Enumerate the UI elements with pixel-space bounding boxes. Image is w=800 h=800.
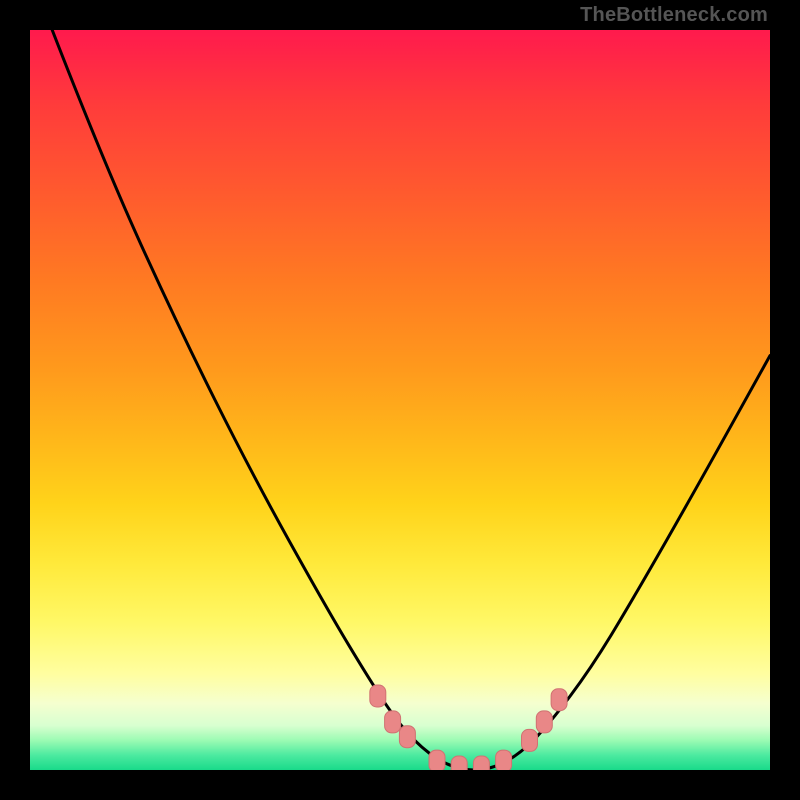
plot-area [30,30,770,770]
watermark-label: TheBottleneck.com [580,4,768,27]
curve-marker [451,756,467,770]
curve-markers [370,685,567,770]
bottleneck-curve [52,30,770,770]
curve-marker [536,711,552,733]
curve-marker [429,750,445,770]
curve-marker [473,756,489,770]
chart-frame: TheBottleneck.com [0,0,800,800]
bottleneck-curve-svg [30,30,770,770]
curve-marker [522,729,538,751]
curve-marker [385,711,401,733]
curve-marker [551,689,567,711]
curve-marker [370,685,386,707]
curve-marker [496,750,512,770]
curve-marker [399,726,415,748]
